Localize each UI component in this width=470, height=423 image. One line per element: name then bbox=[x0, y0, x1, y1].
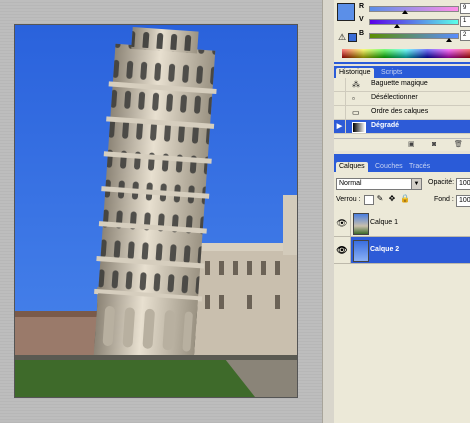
color-spectrum[interactable] bbox=[342, 49, 470, 58]
history-footer: ▣ ◙ 🗑 bbox=[334, 138, 470, 151]
channel-b-value[interactable]: 2 bbox=[460, 30, 470, 41]
history-snapshot-source[interactable] bbox=[334, 92, 346, 105]
history-item[interactable]: ⁂ Baguette magique bbox=[334, 78, 470, 92]
history-item-label: Baguette magique bbox=[371, 80, 428, 87]
channel-b-label: B bbox=[359, 30, 365, 37]
history-snapshot-source[interactable] bbox=[334, 106, 346, 119]
layer-name: Calque 1 bbox=[370, 219, 399, 226]
opacity-input[interactable]: 100 bbox=[456, 178, 470, 190]
tab-channels[interactable]: Couches bbox=[372, 162, 406, 172]
lock-transparency-icon[interactable] bbox=[364, 195, 374, 205]
channel-v-slider[interactable] bbox=[369, 19, 459, 25]
tab-layers[interactable]: Calques bbox=[336, 162, 368, 172]
history-item-label: Dégradé bbox=[371, 122, 400, 129]
fill-input[interactable]: 100 bbox=[456, 195, 470, 207]
canvas-workspace[interactable] bbox=[0, 0, 322, 423]
history-state-marker-icon: ▶ bbox=[334, 120, 346, 133]
layer-name: Calque 2 bbox=[370, 246, 400, 253]
chevron-down-icon[interactable]: ▼ bbox=[411, 179, 421, 189]
history-item[interactable]: ▫ Désélectionner bbox=[334, 92, 470, 106]
eye-icon[interactable]: 👁 bbox=[334, 210, 351, 236]
history-item-label: Ordre des calques bbox=[371, 108, 429, 115]
channel-r-value[interactable]: 9 bbox=[460, 3, 470, 14]
gamut-warning-icon[interactable]: ⚠ bbox=[338, 32, 346, 43]
layer-thumbnail bbox=[353, 213, 369, 235]
history-tabbar: Historique Scripts bbox=[334, 66, 470, 78]
web-color-icon[interactable] bbox=[348, 33, 357, 42]
blend-mode-value: Normal bbox=[339, 180, 362, 187]
channel-b-thumb[interactable] bbox=[446, 38, 452, 42]
channel-v-thumb[interactable] bbox=[394, 24, 400, 28]
lock-label: Verrou : bbox=[336, 196, 361, 203]
blend-mode-select[interactable]: Normal ▼ bbox=[336, 178, 422, 190]
layer-row[interactable]: 👁 Calque 1 bbox=[334, 210, 470, 237]
leaning-tower-photo bbox=[15, 25, 297, 397]
new-document-from-state-icon[interactable]: ▣ bbox=[408, 141, 415, 148]
history-item-label: Désélectionner bbox=[371, 94, 418, 101]
history-panel: Historique Scripts ⁂ Baguette magique ▫ … bbox=[334, 66, 470, 152]
tab-paths[interactable]: Tracés bbox=[406, 162, 433, 172]
history-item[interactable]: ▭ Ordre des calques bbox=[334, 106, 470, 120]
channel-r-slider[interactable] bbox=[369, 6, 459, 12]
lock-move-icon[interactable]: ✥ bbox=[388, 195, 396, 203]
history-item-selected[interactable]: ▶ Dégradé bbox=[334, 120, 470, 134]
lock-all-icon[interactable]: 🔒 bbox=[400, 195, 410, 203]
tab-history[interactable]: Historique bbox=[336, 68, 374, 78]
layers-panel: Calques Couches Tracés Normal ▼ Opacité:… bbox=[334, 154, 470, 423]
gradient-icon bbox=[352, 122, 366, 133]
channel-v-label: V bbox=[359, 16, 364, 23]
history-snapshot-source[interactable] bbox=[334, 78, 346, 91]
magic-wand-icon: ⁂ bbox=[352, 80, 360, 89]
channel-v-value[interactable]: 1 bbox=[460, 16, 470, 27]
layer-order-icon: ▭ bbox=[352, 108, 360, 117]
tab-scripts[interactable]: Scripts bbox=[378, 68, 405, 78]
channel-r-thumb[interactable] bbox=[402, 10, 408, 14]
fill-label: Fond : bbox=[434, 196, 454, 203]
layer-thumbnail bbox=[353, 240, 369, 262]
opacity-label: Opacité: bbox=[428, 179, 455, 186]
channel-r-label: R bbox=[359, 3, 365, 10]
layer-row-selected[interactable]: 👁 Calque 2 bbox=[334, 237, 470, 264]
document-image[interactable] bbox=[14, 24, 298, 398]
deselect-icon: ▫ bbox=[352, 94, 355, 103]
foreground-color-swatch[interactable] bbox=[337, 3, 355, 21]
new-snapshot-icon[interactable]: ◙ bbox=[432, 141, 439, 148]
lock-paint-icon[interactable]: ✎ bbox=[376, 195, 384, 203]
color-panel: R 9 V 1 ⚠ B 2 bbox=[334, 0, 470, 64]
layers-tabbar: Calques Couches Tracés bbox=[334, 160, 470, 172]
panels-dock: R 9 V 1 ⚠ B 2 Historique Scripts ⁂ Bague… bbox=[334, 0, 470, 423]
trash-icon[interactable]: 🗑 bbox=[454, 141, 463, 148]
eye-icon[interactable]: 👁 bbox=[334, 237, 351, 263]
history-list: ⁂ Baguette magique ▫ Désélectionner ▭ Or… bbox=[334, 78, 470, 138]
